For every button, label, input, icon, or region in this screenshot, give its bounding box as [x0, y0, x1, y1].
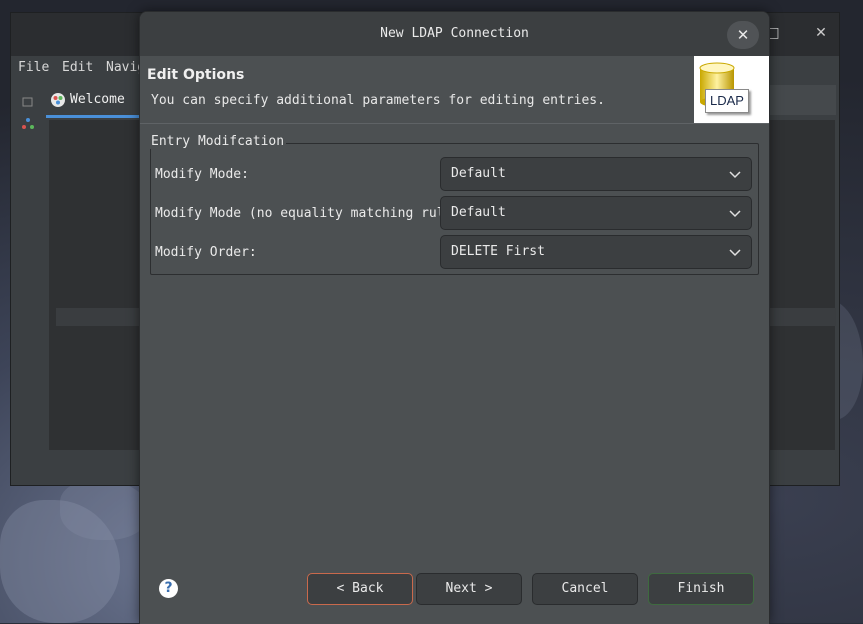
- wizard-header: Edit Options You can specify additional …: [140, 56, 769, 123]
- modify-mode-select[interactable]: Default: [440, 157, 752, 191]
- modify-mode-value: Default: [451, 166, 506, 181]
- chevron-down-icon: [729, 249, 741, 257]
- dialog-titlebar: New LDAP Connection ✕: [140, 12, 769, 56]
- perspective-icon[interactable]: [21, 117, 35, 131]
- finish-button[interactable]: Finish: [648, 573, 754, 605]
- back-button[interactable]: < Back: [307, 573, 413, 605]
- modify-mode-no-eq-label: Modify Mode (no equality matching rule):: [155, 206, 469, 221]
- dialog-close-button[interactable]: ✕: [727, 21, 759, 49]
- ldap-logo: LDAP: [694, 56, 769, 123]
- ldap-logo-label: LDAP: [705, 89, 749, 113]
- restore-icon[interactable]: [21, 95, 35, 109]
- modify-mode-label: Modify Mode:: [155, 167, 249, 182]
- tab-welcome[interactable]: Welcome: [46, 85, 146, 118]
- new-ldap-connection-dialog: New LDAP Connection ✕ Edit Options You c…: [139, 11, 770, 624]
- group-legend: Entry Modifcation: [149, 134, 287, 149]
- help-icon[interactable]: ?: [159, 579, 178, 598]
- chevron-down-icon: [729, 210, 741, 218]
- page-description: You can specify additional parameters fo…: [151, 93, 605, 108]
- cancel-button[interactable]: Cancel: [532, 573, 638, 605]
- close-icon[interactable]: ✕: [813, 25, 829, 41]
- menu-edit[interactable]: Edit: [62, 60, 93, 75]
- menu-file[interactable]: File: [18, 60, 49, 75]
- chevron-down-icon: [729, 171, 741, 179]
- modify-order-value: DELETE First: [451, 244, 545, 259]
- page-title: Edit Options: [147, 67, 245, 83]
- next-button[interactable]: Next >: [416, 573, 522, 605]
- welcome-icon: [51, 93, 65, 107]
- modify-mode-no-eq-select[interactable]: Default: [440, 196, 752, 230]
- dialog-title: New LDAP Connection: [380, 26, 529, 41]
- modify-mode-no-eq-value: Default: [451, 205, 506, 220]
- header-separator: [140, 123, 769, 124]
- modify-order-select[interactable]: DELETE First: [440, 235, 752, 269]
- modify-order-label: Modify Order:: [155, 245, 257, 260]
- tab-welcome-label: Welcome: [70, 92, 125, 107]
